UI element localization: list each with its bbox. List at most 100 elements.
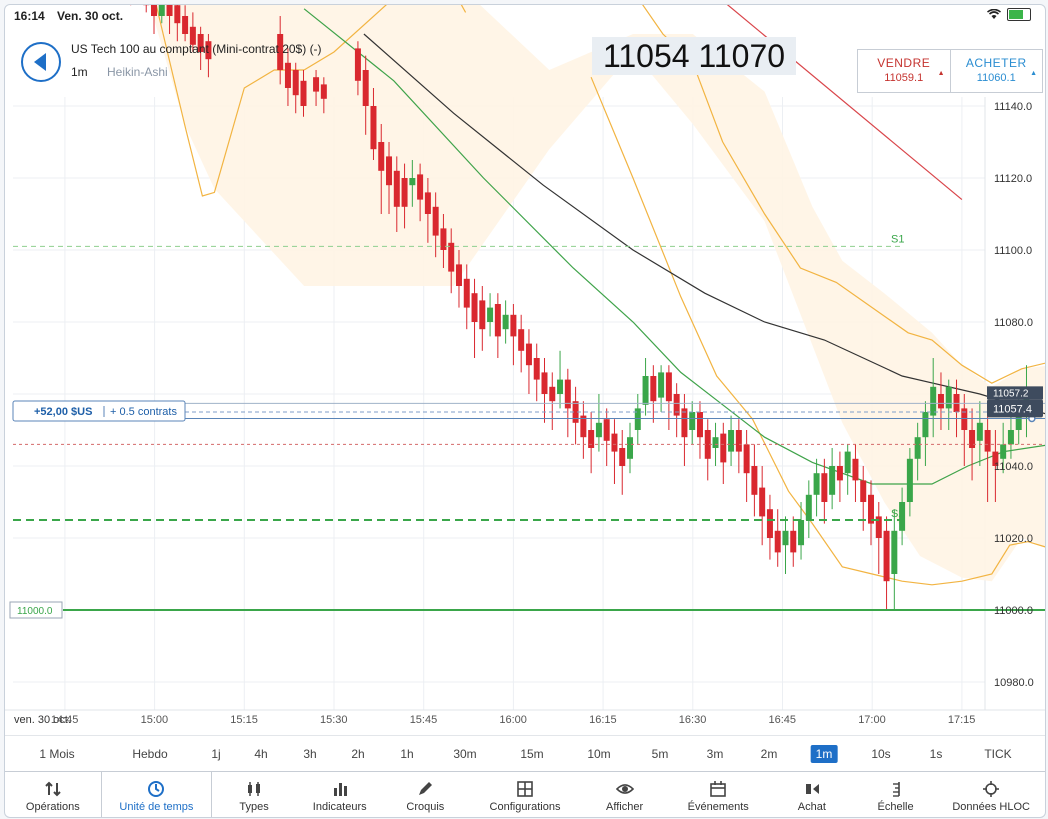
candle-body [463,278,470,308]
candle-body [619,448,626,466]
candle-body [836,466,843,481]
position-pnl: +52,00 $US [34,406,92,418]
candle-body [813,473,820,495]
candle-body [557,379,564,394]
timeframe-10m[interactable]: 10m [587,747,610,761]
layout-icon [517,781,533,797]
toolbar-layout-button[interactable]: Configurations [467,772,583,817]
eye-icon [615,784,634,794]
candle-body [937,394,944,409]
candle-body [852,458,859,481]
status-time: 16:14 [14,9,45,23]
timeframe-30m[interactable]: 30m [453,747,476,761]
chart-header: US Tech 100 au comptant (Mini-contrat 20… [5,27,1045,97]
buy-price: 11060.1 [976,72,1016,84]
x-tick-label: 17:15 [948,714,976,726]
candle-body [759,487,766,517]
status-icons [987,8,1031,21]
x-tick-label: 17:00 [858,714,886,726]
timeframe-10s[interactable]: 10s [871,747,890,761]
battery-icon [1007,8,1031,21]
toolbar-candles-button[interactable]: Types [212,772,296,817]
x-tick-label: 15:15 [230,714,258,726]
candle-body [564,379,571,409]
price-chart[interactable]: S1S211140.011120.011100.011080.011060.01… [5,5,1045,735]
timeframe-hebdo[interactable]: Hebdo [132,747,167,761]
candle-body [790,530,797,553]
toolbar-crosshair-button[interactable]: Données HLOC [937,772,1045,817]
timeframe-1s[interactable]: 1s [930,747,943,761]
y-tick-label: 11020.0 [994,533,1033,545]
candle-body [743,444,750,474]
candle-body [518,329,525,351]
candle-body [611,433,618,452]
instrument-title[interactable]: US Tech 100 au comptant (Mini-contrat 20… [71,42,322,56]
candles-icon [248,782,261,796]
candle-body [720,433,727,463]
timeframe-2h[interactable]: 2h [351,747,364,761]
x-tick-label: 15:30 [320,714,348,726]
timeframe-5m[interactable]: 5m [652,747,669,761]
timeframe-1m[interactable]: 1m [810,745,838,763]
timeframe-2m[interactable]: 2m [761,747,778,761]
x-tick-label: 15:00 [141,714,169,726]
candle-body [751,466,758,495]
toolbar-label: Afficher [606,801,644,813]
up-arrow-icon: ▲ [937,70,945,77]
buy-label: ACHETER [965,56,1027,70]
timeframe-1-mois[interactable]: 1 Mois [39,747,74,761]
candle-body [479,300,486,330]
up-arrow-icon: ▲ [1030,70,1037,77]
s2-label: S2 [891,508,904,520]
candle-body [883,530,890,582]
candle-body [595,422,602,438]
candle-body [525,343,532,366]
scale-icon [892,782,900,797]
y-tick-label: 10980.0 [994,677,1034,689]
sell-label: VENDRE [877,56,931,70]
timeframe-3h[interactable]: 3h [303,747,316,761]
toolbar-clock-button[interactable]: Unité de temps [100,772,213,817]
candle-body [844,451,851,474]
back-arrow-icon [33,53,46,71]
toolbar-operations-button[interactable]: Opérations [5,772,101,817]
toolbar-eye-button[interactable]: Afficher [583,772,667,817]
candle-body [448,242,455,272]
candle-body [393,170,400,207]
candle-body [821,473,828,502]
toolbar-buy-button[interactable]: Achat [770,772,854,817]
candle-body [728,430,735,452]
candle-body [976,422,983,441]
toolbar-label: Événements [687,801,749,813]
timeframe-3m[interactable]: 3m [707,747,724,761]
toolbar-bar-chart-button[interactable]: Indicateurs [296,772,384,817]
candle-body [471,293,478,322]
toolbar-calendar-button[interactable]: Événements [666,772,770,817]
timeframe-4h[interactable]: 4h [254,747,267,761]
candle-body [487,307,494,322]
candle-body [533,358,540,380]
candle-body [627,437,634,459]
candle-body [549,386,556,402]
timeframe-1j[interactable]: 1j [211,747,220,761]
position-contracts: + 0.5 contrats [110,406,177,418]
toolbar-label: Types [239,801,269,813]
operations-icon [45,781,61,797]
toolbar-scale-button[interactable]: Échelle [854,772,938,817]
candle-body [665,372,672,402]
timeframe-15m[interactable]: 15m [520,747,543,761]
candle-body [782,530,789,546]
candle-body [712,437,719,448]
timeframe-tick[interactable]: TICK [984,747,1011,761]
buy-button[interactable]: ACHETER 11060.1 ▲ [949,50,1043,92]
candle-body [922,412,929,438]
candle-body [424,192,431,214]
timeframe-1h[interactable]: 1h [400,747,413,761]
candle-body [510,314,517,337]
sell-button[interactable]: VENDRE 11059.1 ▲ [858,50,950,92]
candle-body [658,372,665,398]
toolbar-pencil-button[interactable]: Croquis [384,772,468,817]
candle-body [401,178,408,207]
toolbar-label: Croquis [406,801,445,813]
back-button[interactable] [21,42,61,82]
